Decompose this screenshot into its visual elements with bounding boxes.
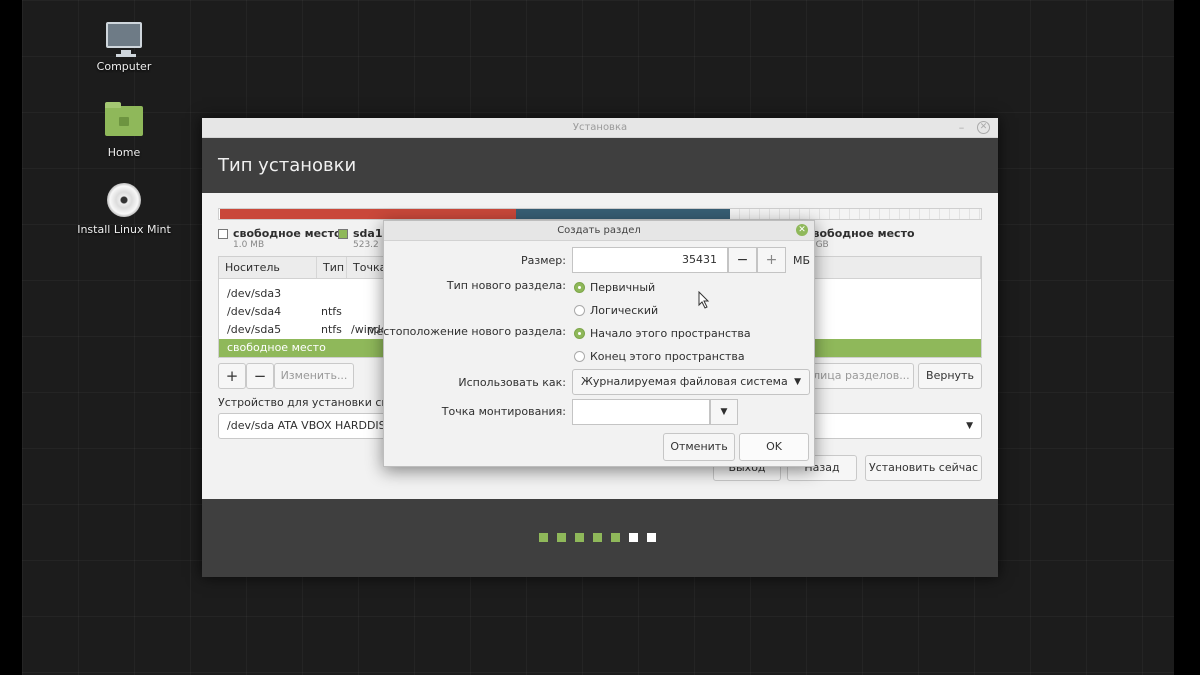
chevron-down-icon: ▼ [966, 421, 973, 431]
radio-primary[interactable]: Первичный [574, 281, 655, 294]
radio-location-start[interactable]: Начало этого пространства [574, 327, 751, 340]
legend-size: 1.0 MB [233, 240, 265, 250]
cancel-button[interactable]: Отменить [663, 433, 735, 461]
close-icon[interactable]: ✕ [977, 121, 990, 134]
size-unit: МБ [793, 254, 811, 267]
desktop-icon-label: Install Linux Mint [77, 223, 171, 236]
radio-selected-icon [574, 282, 585, 293]
legend-size: 523.2 [353, 240, 379, 250]
progress-dot [647, 533, 656, 542]
dialog-titlebar[interactable]: Создать раздел ✕ [384, 221, 814, 241]
location-label: Местоположение нового раздела: [367, 325, 566, 338]
radio-icon [574, 305, 585, 316]
chevron-down-icon: ▼ [720, 407, 728, 417]
progress-dot [557, 533, 566, 542]
use-as-select[interactable]: Журналируемая файловая система Ext4 ▼ [572, 369, 810, 412]
mount-point-dropdown-button[interactable]: ▼ [710, 399, 738, 425]
legend-item: свободное место 1.0 MB [218, 227, 342, 250]
partition-type-label: Тип нового раздела: [446, 279, 566, 292]
legend-item: свободное место 8 GB [802, 227, 922, 250]
legend-swatch [218, 229, 228, 239]
radio-icon [574, 351, 585, 362]
ok-button[interactable]: OK [739, 433, 809, 461]
progress-dots [539, 533, 656, 542]
progress-dot [629, 533, 638, 542]
radio-logical[interactable]: Логический [574, 304, 658, 317]
boot-device-label: Устройство для установки систе [218, 396, 408, 409]
radio-selected-icon [574, 328, 585, 339]
radio-location-end[interactable]: Конец этого пространства [574, 350, 745, 363]
progress-dot [611, 533, 620, 542]
mouse-cursor-icon [698, 291, 710, 309]
installer-footer [202, 499, 998, 577]
revert-button[interactable]: Вернуть [918, 363, 982, 389]
progress-dot [593, 533, 602, 542]
desktop-icon-install[interactable]: Install Linux Mint [64, 183, 184, 236]
mount-point-label: Точка монтирования: [441, 405, 566, 418]
boot-device-value: /dev/sda ATA VBOX HARDDISK [227, 419, 393, 432]
desktop-icon-computer[interactable]: Computer [64, 22, 184, 73]
size-label: Размер: [521, 254, 566, 267]
window-titlebar[interactable]: Установка – ✕ [202, 118, 998, 138]
disc-icon [107, 183, 141, 217]
new-partition-table-button[interactable]: блица разделов... [802, 363, 914, 389]
legend-swatch [338, 229, 348, 239]
desktop-icon-label: Computer [96, 60, 152, 73]
window-title: Установка [572, 122, 628, 133]
close-icon[interactable]: ✕ [796, 224, 808, 236]
minimize-icon[interactable]: – [955, 121, 968, 134]
dialog-title: Создать раздел [557, 225, 641, 236]
size-decrease-button[interactable]: − [728, 247, 757, 273]
desktop-icon-label: Home [107, 146, 141, 159]
size-increase-button[interactable]: + [757, 247, 786, 273]
desktop-icon-home[interactable]: Home [64, 102, 184, 159]
size-input[interactable]: 35431 [572, 247, 728, 273]
legend-label: свободное место [806, 227, 915, 240]
column-header[interactable]: Тип [317, 257, 347, 278]
computer-icon [106, 22, 142, 57]
mount-point-input[interactable] [572, 399, 710, 425]
chevron-down-icon: ▼ [794, 377, 801, 387]
bar-segment-free [730, 209, 981, 219]
legend-label: свободное место [233, 227, 342, 240]
remove-partition-button[interactable]: − [246, 363, 274, 389]
folder-icon [105, 102, 143, 136]
page-title: Тип установки [202, 138, 998, 193]
bar-segment-red [220, 209, 516, 219]
partition-bar [218, 208, 982, 220]
change-partition-button[interactable]: Изменить... [274, 363, 354, 389]
progress-dot [575, 533, 584, 542]
install-now-button[interactable]: Установить сейчас [865, 455, 982, 481]
add-partition-button[interactable]: + [218, 363, 246, 389]
use-as-label: Использовать как: [458, 376, 566, 389]
create-partition-dialog: Создать раздел ✕ Размер: 35431 − + МБ Ти… [367, 220, 815, 467]
column-header[interactable]: Носитель [219, 257, 317, 278]
progress-dot [539, 533, 548, 542]
bar-segment-blue [516, 209, 730, 219]
